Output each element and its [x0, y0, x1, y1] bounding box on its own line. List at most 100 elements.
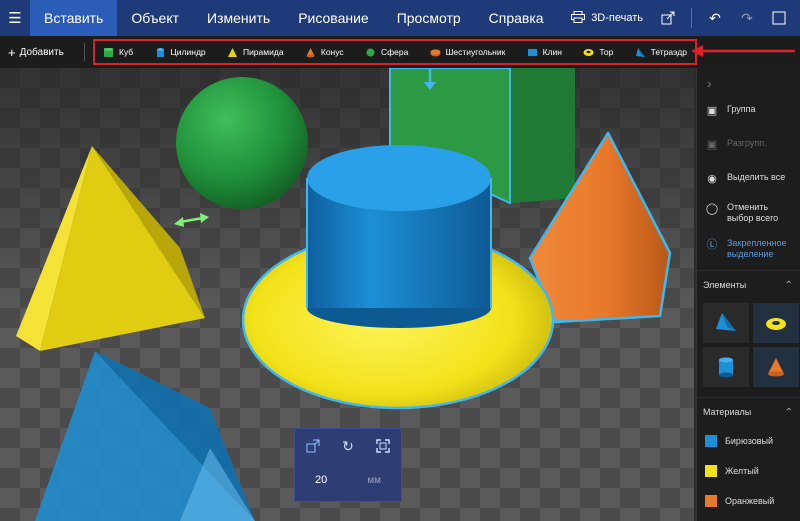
shape-tetrahedron-button[interactable]: Тетраэдр	[631, 47, 691, 58]
size-panel: ↻ 20 мм	[294, 428, 402, 502]
insert-toolbar: + Добавить Куб Цилиндр Пирамида Конус Сф…	[0, 36, 800, 68]
size-unit: мм	[367, 474, 381, 486]
menu-bar: ☰ Вставить Объект Изменить Рисование Про…	[0, 0, 800, 36]
cylinder-icon	[156, 47, 164, 57]
hamburger-menu-icon[interactable]: ☰	[0, 0, 30, 36]
redo-icon[interactable]: ↷	[734, 5, 760, 31]
pinned-selection-label: Закрепленное выделение	[727, 238, 787, 259]
hexagon-icon	[430, 48, 441, 56]
turquoise-swatch	[705, 435, 717, 447]
3d-print-button[interactable]: 3D-печать	[565, 10, 649, 26]
shape-wedge-button[interactable]: Клин	[523, 47, 566, 58]
select-all-label: Выделить все	[727, 172, 786, 182]
tab-draw[interactable]: Рисование	[284, 0, 383, 36]
add-button[interactable]: + Добавить	[0, 45, 80, 60]
select-all-action[interactable]: ◉ Выделить все	[697, 166, 800, 192]
tetrahedron-icon	[635, 47, 645, 57]
group-icon: ▣	[706, 104, 718, 117]
ungroup-label: Разгрупп.	[727, 138, 767, 148]
sphere-icon	[366, 48, 375, 56]
element-thumb-tetrahedron[interactable]	[703, 303, 749, 343]
pinned-selection-action[interactable]: Ⓛ Закрепленное выделение	[697, 232, 800, 266]
shapes-group: Куб Цилиндр Пирамида Конус Сфера Шестиуг…	[93, 39, 697, 65]
element-thumb-cone[interactable]	[753, 347, 799, 387]
move-arrow-icon	[174, 213, 209, 227]
shape-hexagon-button[interactable]: Шестиугольник	[426, 47, 510, 58]
torus-icon	[766, 318, 786, 330]
pinned-selection-icon: Ⓛ	[706, 238, 718, 251]
annotation-arrow-icon	[691, 45, 795, 57]
material-orange[interactable]: Оранжевый	[697, 486, 800, 516]
elements-section-header[interactable]: Элементы ⌃	[697, 270, 800, 299]
select-all-icon: ◉	[707, 172, 717, 185]
wedge-icon	[527, 48, 537, 56]
3d-print-label: 3D-печать	[591, 12, 643, 24]
group-action[interactable]: ▣ Группа	[697, 98, 800, 124]
element-thumb-cylinder[interactable]	[703, 347, 749, 387]
tab-view[interactable]: Просмотр	[383, 0, 475, 36]
3d-viewport[interactable]: ↻ 20 мм	[0, 68, 694, 521]
more-icon[interactable]	[766, 5, 792, 31]
torus-icon	[583, 48, 594, 56]
ungroup-icon: ▣	[706, 138, 718, 151]
collapse-panel-chevron-icon[interactable]: ›	[697, 68, 800, 98]
cylinder-icon	[719, 357, 733, 378]
pyramid-object	[16, 146, 205, 351]
tab-edit[interactable]: Изменить	[193, 0, 284, 36]
cone-icon	[306, 47, 315, 57]
size-value-input[interactable]: 20	[315, 474, 327, 486]
elements-grid	[697, 299, 800, 391]
tab-insert[interactable]: Вставить	[30, 0, 118, 36]
undo-icon[interactable]: ↶	[702, 5, 728, 31]
shape-sphere-label: Сфера	[380, 47, 409, 57]
tetrahedron-icon	[716, 313, 736, 331]
cylinder-object	[306, 145, 492, 328]
deselect-icon: ◯	[705, 202, 719, 215]
pyramid-icon	[227, 47, 237, 57]
tab-help[interactable]: Справка	[475, 0, 558, 36]
printer-icon	[571, 10, 586, 26]
shape-cylinder-button[interactable]: Цилиндр	[151, 47, 210, 58]
shape-cone-button[interactable]: Конус	[301, 47, 348, 58]
shape-pyramid-button[interactable]: Пирамида	[223, 47, 288, 58]
materials-section-header[interactable]: Материалы ⌃	[697, 397, 800, 426]
toolbar-divider	[84, 43, 85, 61]
shape-pyramid-label: Пирамида	[242, 47, 284, 57]
elements-title: Элементы	[703, 280, 747, 290]
material-yellow[interactable]: Желтый	[697, 456, 800, 486]
ungroup-action[interactable]: ▣ Разгрупп.	[697, 132, 800, 158]
rotate-icon[interactable]: ↻	[337, 435, 359, 457]
yellow-swatch	[705, 465, 717, 477]
chevron-up-icon: ⌃	[784, 279, 793, 291]
shape-torus-button[interactable]: Тор	[579, 47, 617, 58]
shape-cube-label: Куб	[119, 47, 134, 57]
scale-icon[interactable]	[302, 435, 324, 457]
deselect-all-action[interactable]: ◯ Отменить выбор всего	[697, 196, 800, 230]
shape-torus-label: Тор	[599, 47, 614, 57]
shape-tetrahedron-label: Тетраэдр	[650, 47, 687, 57]
menubar-divider	[691, 8, 692, 28]
shape-hexagon-label: Шестиугольник	[445, 47, 506, 57]
shape-wedge-label: Клин	[542, 47, 562, 57]
shape-sphere-button[interactable]: Сфера	[361, 47, 412, 58]
shape-cone-label: Конус	[320, 47, 344, 57]
add-label: Добавить	[19, 46, 64, 58]
plus-icon: +	[8, 44, 16, 60]
material-label: Желтый	[725, 466, 759, 476]
chevron-up-icon: ⌃	[784, 406, 793, 418]
size-panel-value-row: 20 мм	[295, 463, 401, 497]
shape-cylinder-label: Цилиндр	[170, 47, 206, 57]
group-label: Группа	[727, 104, 756, 114]
shape-cube-button[interactable]: Куб	[99, 47, 137, 58]
material-label: Бирюзовый	[725, 436, 773, 446]
export-icon[interactable]	[655, 5, 681, 31]
cube-icon	[104, 47, 113, 57]
tab-object[interactable]: Объект	[117, 0, 193, 36]
deselect-label: Отменить выбор всего	[727, 202, 779, 223]
right-panel: › ▣ Группа ▣ Разгрупп. ◉ Выделить все ◯ …	[696, 68, 800, 521]
tetrahedron-object	[35, 351, 255, 521]
element-thumb-torus[interactable]	[753, 303, 799, 343]
material-turquoise[interactable]: Бирюзовый	[697, 426, 800, 456]
fit-icon[interactable]	[372, 435, 394, 457]
material-label: Оранжевый	[725, 496, 775, 506]
